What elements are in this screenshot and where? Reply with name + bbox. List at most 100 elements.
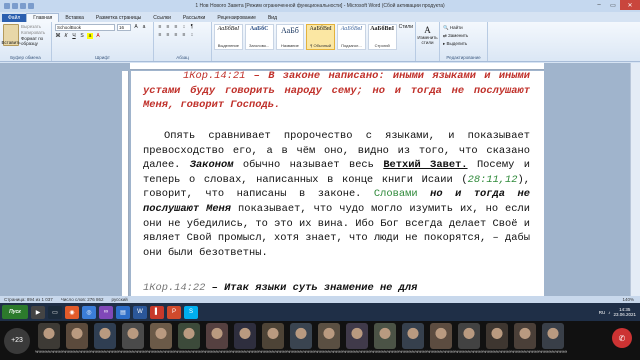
show-marks-icon[interactable]: ¶ <box>189 24 195 30</box>
style-title[interactable]: АаБб Название <box>275 24 305 50</box>
keyboard-language[interactable]: RU <box>599 310 606 315</box>
explorer-icon[interactable]: ▤ <box>116 305 130 319</box>
word-taskbar-icon[interactable]: W <box>133 305 147 319</box>
tab-file[interactable]: Файл <box>2 14 27 22</box>
align-right-icon[interactable]: ≡ <box>173 32 179 38</box>
vertical-scrollbar[interactable] <box>630 63 640 296</box>
bold-icon[interactable]: Ж <box>55 33 61 39</box>
language-indicator[interactable]: русский <box>112 297 128 302</box>
multilevel-list-icon[interactable]: ≡ <box>173 24 179 30</box>
document-page[interactable]: 1Кор.14:21 – В законе написано: иными яз… <box>131 71 544 296</box>
media-player-icon[interactable]: ▶ <box>31 305 45 319</box>
line-spacing-icon[interactable]: ↕ <box>189 32 195 38</box>
end-call-button[interactable]: ✆ <box>612 328 632 348</box>
select-button[interactable]: ▸ Выделить <box>443 41 484 47</box>
close-icon[interactable]: ✕ <box>620 0 640 10</box>
sort-icon[interactable]: ↕ <box>181 24 187 30</box>
shrink-font-icon[interactable]: a <box>141 24 147 30</box>
page-count[interactable]: Страница: 894 из 1 037 <box>4 297 53 302</box>
tab-mailings[interactable]: Рассылки <box>177 14 211 22</box>
maximize-icon[interactable]: ▭ <box>606 0 620 10</box>
strikethrough-icon[interactable]: S <box>79 33 85 39</box>
participant-tile[interactable]: %%%%%%%%%% <box>315 322 343 359</box>
presentation-icon[interactable]: P <box>167 305 181 319</box>
paste-button[interactable]: Вставить <box>1 24 21 46</box>
clock[interactable]: 14:35 23.06.2021 <box>613 307 636 317</box>
chrome-icon[interactable]: ◎ <box>82 305 96 319</box>
participant-name: %%%%%%%%%% <box>315 349 343 354</box>
tab-view[interactable]: Вид <box>262 14 283 22</box>
tab-review[interactable]: Рецензирование <box>211 14 262 22</box>
participant-tile[interactable]: %%%%%%%%%% <box>483 322 511 359</box>
font-color-icon[interactable]: A <box>95 33 101 39</box>
style-normal[interactable]: АаБбВвI ¶ Обычный <box>306 24 336 50</box>
align-left-icon[interactable]: ≡ <box>157 32 163 38</box>
highlight-icon[interactable]: a <box>87 33 93 39</box>
word-count[interactable]: Число слов: 276 862 <box>61 297 104 302</box>
participant-tile[interactable]: %%%%%%%%%% <box>343 322 371 359</box>
minimize-icon[interactable]: – <box>592 0 606 10</box>
participant-tile[interactable]: %%%%%%%%%% <box>371 322 399 359</box>
skype-icon[interactable]: S <box>184 305 198 319</box>
participant-tile[interactable]: %%%%%%%%%% <box>259 322 287 359</box>
change-styles-icon: A <box>424 25 431 35</box>
screen: 1 Нов Нового Завета [Режим ограниченной … <box>0 0 640 360</box>
participant-tile[interactable]: %%%%%%%%%% <box>175 322 203 359</box>
cut-button[interactable]: Вырезать <box>21 24 48 29</box>
vertical-ruler[interactable] <box>122 71 129 296</box>
tab-home[interactable]: Главная <box>26 13 60 22</box>
participant-tile[interactable]: %%%%%%%%%% <box>147 322 175 359</box>
bullets-icon[interactable]: ≡ <box>157 24 163 30</box>
find-button[interactable]: 🔍 Найти <box>443 25 484 31</box>
participant-tile[interactable]: %%%%%%%%%% <box>287 322 315 359</box>
participant-tile[interactable]: %%%%%%%%%% <box>539 322 567 359</box>
participant-tile[interactable]: %%%%%%%%%% <box>231 322 259 359</box>
participant-tile[interactable]: %%%%%%%%%% <box>63 322 91 359</box>
start-label: Пуск <box>9 309 21 315</box>
italic-icon[interactable]: К <box>63 33 69 39</box>
participant-count[interactable]: +23 <box>4 327 30 354</box>
numbering-icon[interactable]: ≡ <box>165 24 171 30</box>
participant-tile[interactable]: %%%%%%%%%% <box>511 322 539 359</box>
style-emphasis[interactable]: АаБбВвI Выделение <box>214 24 243 50</box>
commentary-bold: Законом <box>189 159 234 172</box>
style-sample: АаБбС <box>249 26 269 32</box>
style-heading[interactable]: АаБбС Заголово... <box>244 24 274 50</box>
style-subtitle[interactable]: АаБбВвI Подзагол... <box>337 24 366 50</box>
participant-tile[interactable]: %%%%%%%%%% <box>35 322 63 359</box>
browser-icon[interactable]: ◉ <box>65 305 79 319</box>
zoom-level[interactable]: 140% <box>622 297 640 302</box>
terminal-icon[interactable]: ▭ <box>48 305 62 319</box>
style-sample: АаБбВвI <box>370 26 395 32</box>
participant-tile[interactable]: %%%%%%%%%% <box>119 322 147 359</box>
grow-font-icon[interactable]: A <box>133 24 139 30</box>
participant-tile[interactable]: %%%%%%%%%% <box>455 322 483 359</box>
tab-page-layout[interactable]: Разметка страницы <box>90 14 147 22</box>
participant-tile[interactable]: %%%%%%%%%% <box>427 322 455 359</box>
pdf-icon[interactable]: ▌ <box>150 305 164 319</box>
underline-icon[interactable]: Ч <box>71 33 77 39</box>
align-center-icon[interactable]: ≡ <box>165 32 171 38</box>
participant-name: %%%%%%%%%% <box>511 349 539 354</box>
tab-insert[interactable]: Вставка <box>59 14 90 22</box>
participant-tile[interactable]: %%%%%%%%%% <box>203 322 231 359</box>
start-button[interactable]: Пуск <box>2 305 28 319</box>
participant-tile[interactable]: %%%%%%%%%% <box>399 322 427 359</box>
style-strong[interactable]: АаБбВвI Строгий <box>367 24 397 50</box>
participant-avatar <box>206 322 228 349</box>
volume-icon[interactable]: ♪ <box>608 310 610 315</box>
tab-references[interactable]: Ссылки <box>147 14 177 22</box>
copy-button[interactable]: Копировать <box>21 30 48 35</box>
participant-tile[interactable]: %%%%%%%%%% <box>91 322 119 359</box>
editing-group-label: Редактирование <box>446 55 481 60</box>
commentary-text: обычно называет весь <box>233 159 384 172</box>
visual-studio-icon[interactable]: ∞ <box>99 305 113 319</box>
horizontal-ruler[interactable] <box>130 63 544 70</box>
font-size-select[interactable]: 16 <box>117 24 131 31</box>
replace-button[interactable]: ⇄ Заменить <box>443 33 484 39</box>
change-styles-button[interactable]: A Изменить стили <box>416 22 440 61</box>
participant-name: %%%%%%%%%% <box>63 349 91 354</box>
format-painter-button[interactable]: Формат по образцу <box>21 36 48 46</box>
justify-icon[interactable]: ≡ <box>181 32 187 38</box>
font-name-select[interactable]: SchoolBook <box>55 24 115 31</box>
